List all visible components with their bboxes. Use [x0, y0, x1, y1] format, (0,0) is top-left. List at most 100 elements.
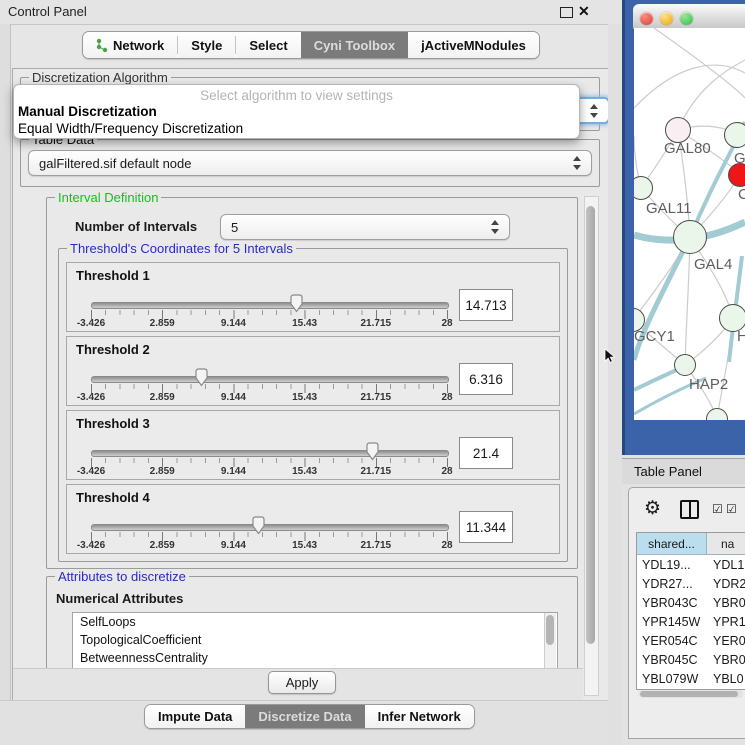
tab-impute-data[interactable]: Impute Data: [145, 705, 245, 728]
network-node-gal4[interactable]: [673, 220, 707, 254]
threshold-1-value[interactable]: 14.713: [459, 289, 513, 321]
cell-shared-name[interactable]: YBR045C: [637, 653, 706, 667]
node-label-c: C: [738, 186, 745, 203]
table-row[interactable]: YBR043CYBR0: [637, 593, 745, 612]
threshold-1-slider-thumb[interactable]: [289, 294, 304, 313]
close-traffic-light-icon[interactable]: [640, 12, 653, 25]
tab-style[interactable]: Style: [178, 32, 235, 58]
threshold-3-slider-thumb[interactable]: [365, 442, 380, 461]
cell-name[interactable]: YDR2: [706, 577, 745, 591]
zoom-traffic-light-icon[interactable]: [680, 12, 693, 25]
table-row[interactable]: YDR27...YDR2: [637, 574, 745, 593]
table-row[interactable]: YBL079WYBL0: [637, 669, 745, 688]
slider-tick-labels: -3.4262.8599.14415.4321.71528: [91, 540, 447, 552]
threshold-3-value[interactable]: 21.4: [459, 437, 513, 469]
apply-button[interactable]: Apply: [268, 671, 336, 694]
gear-icon[interactable]: ⚙: [644, 497, 661, 520]
slider-tick-labels: -3.4262.8599.14415.4321.71528: [91, 466, 447, 478]
tab-jactivemnodules[interactable]: jActiveMNodules: [408, 32, 539, 58]
node-label-gal4: GAL4: [694, 256, 732, 273]
column-header-name[interactable]: na: [707, 533, 745, 554]
screenshot-stage: Control Panel ✕ Network Style Select Cy: [0, 0, 745, 745]
tab-discretize-data[interactable]: Discretize Data: [245, 705, 364, 728]
threshold-1-label: Threshold 1: [76, 268, 150, 283]
attribute-list-item[interactable]: BetweennessCentrality: [73, 649, 557, 667]
algorithm-dropdown-popup: Select algorithm to view settings Manual…: [13, 84, 580, 139]
node-attribute-table[interactable]: shared... na YDL19...YDL1YDR27...YDR2YBR…: [636, 532, 745, 690]
threshold-4-panel: Threshold 4 -3.4262.8599.14415.4321.7152…: [66, 484, 560, 554]
table-horizontal-scrollbar-thumb[interactable]: [640, 691, 738, 697]
cell-shared-name[interactable]: YDL19...: [637, 558, 706, 572]
dropdown-option-equal-width[interactable]: Equal Width/Frequency Discretization: [18, 121, 243, 136]
float-window-icon[interactable]: [560, 7, 573, 18]
threshold-4-slider-thumb[interactable]: [251, 516, 266, 535]
attribute-list-item[interactable]: SelfLoops: [73, 613, 557, 631]
threshold-2-value[interactable]: 6.316: [459, 363, 513, 395]
table-panel-title: Table Panel: [634, 464, 702, 479]
number-of-intervals-label: Number of Intervals: [75, 219, 197, 234]
cell-shared-name[interactable]: YDR27...: [637, 577, 706, 591]
control-panel-titlebar: Control Panel ✕: [0, 0, 620, 25]
slider-tick-labels: -3.4262.8599.14415.4321.71528: [91, 318, 447, 330]
cell-shared-name[interactable]: YBR043C: [637, 596, 706, 610]
split-columns-icon[interactable]: [680, 500, 699, 519]
table-panel-toolbar: ⚙ ☑ ☑: [636, 496, 745, 526]
number-of-intervals-combo[interactable]: 5: [220, 214, 510, 240]
network-node-ga[interactable]: [724, 122, 745, 148]
table-row[interactable]: YER054CYER0: [637, 631, 745, 650]
network-canvas[interactable]: GAL80 GA C GAL11 GAL4 GCY1 H HAP2: [634, 28, 745, 420]
checkbox-select-icon[interactable]: ☑: [712, 502, 723, 516]
cell-shared-name[interactable]: YPR145W: [637, 615, 706, 629]
attributes-list-scrollbar-thumb[interactable]: [546, 615, 554, 645]
threshold-3-slider-track[interactable]: [91, 450, 449, 457]
combo-arrows-icon: [573, 156, 582, 170]
thresholds-group-title: Threshold's Coordinates for 5 Intervals: [67, 241, 296, 256]
threshold-1-slider-track[interactable]: [91, 302, 449, 309]
network-window-titlebar[interactable]: [633, 4, 745, 29]
cell-shared-name[interactable]: YBL079W: [637, 672, 706, 686]
panel-scrollbar-thumb[interactable]: [586, 206, 595, 644]
close-icon[interactable]: ✕: [578, 3, 590, 20]
mouse-cursor: [604, 349, 617, 365]
cell-name[interactable]: YER0: [706, 634, 745, 648]
minimize-traffic-light-icon[interactable]: [660, 12, 673, 25]
table-row[interactable]: YPR145WYPR1: [637, 612, 745, 631]
table-header-row: shared... na: [637, 533, 745, 555]
threshold-2-slider-track[interactable]: [91, 376, 449, 383]
checkbox-select-all-icon[interactable]: ☑: [726, 502, 737, 516]
tab-cyni-toolbox[interactable]: Cyni Toolbox: [301, 32, 408, 58]
left-edge-strip: [0, 24, 11, 745]
tab-select[interactable]: Select: [236, 32, 300, 58]
dropdown-option-manual-discretization[interactable]: Manual Discretization: [18, 104, 157, 119]
dropdown-placeholder-option[interactable]: Select algorithm to view settings: [14, 88, 579, 103]
table-data-combo[interactable]: galFiltered.sif default node: [28, 150, 592, 176]
threshold-2-slider-thumb[interactable]: [194, 368, 209, 387]
top-tab-bar: Network Style Select Cyni Toolbox jActiv…: [82, 31, 540, 59]
cell-name[interactable]: YBR0: [706, 653, 745, 667]
numerical-attributes-list[interactable]: SelfLoopsTopologicalCoefficientBetweenne…: [72, 612, 558, 671]
threshold-4-label: Threshold 4: [76, 490, 150, 505]
cell-name[interactable]: YBR0: [706, 596, 745, 610]
cell-name[interactable]: YDL1: [706, 558, 745, 572]
threshold-1-panel: Threshold 1 -3.4262.8599.14415.4321.7152…: [66, 262, 560, 332]
cell-name[interactable]: YBL0: [706, 672, 745, 686]
node-label-gal80: GAL80: [664, 140, 711, 157]
node-label-hap2: HAP2: [689, 376, 728, 393]
threshold-4-value[interactable]: 11.344: [459, 511, 513, 543]
threshold-4-slider-track[interactable]: [91, 524, 449, 531]
threshold-2-label: Threshold 2: [76, 342, 150, 357]
tab-network[interactable]: Network: [83, 32, 177, 58]
cell-name[interactable]: YPR1: [706, 615, 745, 629]
combo-arrows-icon: [491, 220, 500, 234]
bottom-tab-bar: Impute Data Discretize Data Infer Networ…: [144, 704, 475, 729]
table-row[interactable]: YDL19...YDL1: [637, 555, 745, 574]
threshold-3-panel: Threshold 3 -3.4262.8599.14415.4321.7152…: [66, 410, 560, 480]
network-node-hap2[interactable]: [674, 354, 696, 376]
attribute-list-item[interactable]: TopologicalCoefficient: [73, 631, 557, 649]
node-label-gal11: GAL11: [646, 200, 692, 217]
table-row[interactable]: YBR045CYBR0: [637, 650, 745, 669]
tab-infer-network[interactable]: Infer Network: [365, 705, 474, 728]
column-header-shared-name[interactable]: shared...: [637, 533, 707, 554]
cell-shared-name[interactable]: YER054C: [637, 634, 706, 648]
numerical-attributes-label: Numerical Attributes: [56, 591, 183, 606]
